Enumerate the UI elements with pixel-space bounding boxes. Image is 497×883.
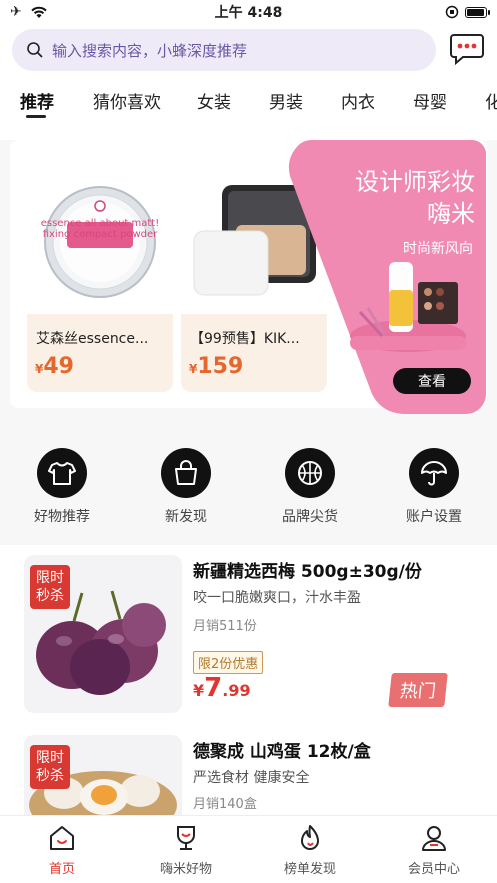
product-desc: 咬一口脆嫩爽口，汁水丰盈 <box>193 590 361 606</box>
category-tabs: 推荐 猜你喜欢 女装 男装 内衣 母婴 化 <box>0 84 497 124</box>
tab-guess-you-like[interactable]: 猜你喜欢 <box>93 88 161 113</box>
shopping-bag-icon <box>161 448 211 498</box>
packaging-text: essence all about matt! fixing compact p… <box>40 218 160 240</box>
status-bar: ✈ 上午 4:48 <box>0 0 497 24</box>
quick-entry-new[interactable]: 新发现 <box>136 448 236 526</box>
promo-panel[interactable]: 设计师彩妆 嗨米 时尚新风向 查看 <box>286 140 487 426</box>
tab-men[interactable]: 男装 <box>269 88 303 113</box>
home-icon <box>50 826 74 850</box>
battery-icon <box>465 6 490 18</box>
hot-badge: 热门 <box>388 673 448 707</box>
tab-member[interactable]: 会员中心 <box>384 824 484 877</box>
product-price: ¥7.99 <box>193 673 251 703</box>
view-button[interactable]: 查看 <box>393 368 471 394</box>
product-sales: 月销140盒 <box>193 797 257 812</box>
goods-list: 限时 秒杀 新疆精选西梅 500g±30g/份 咬一口脆嫩爽口，汁水丰盈 月销51… <box>0 545 497 815</box>
promo-title: 设计师彩妆 嗨米 <box>355 168 475 228</box>
promo-banner: essence all about matt! fixing compact p… <box>10 140 487 414</box>
compact-powder-image <box>44 186 156 298</box>
header: 输入搜索内容，小蜂深度推荐 推荐 猜你喜欢 女装 男装 内衣 母婴 化 <box>0 24 497 140</box>
banner-product-card[interactable]: essence all about matt! fixing compact p… <box>27 170 173 392</box>
product-title: 新疆精选西梅 500g±30g/份 <box>193 562 422 582</box>
tab-goods[interactable]: 嗨米好物 <box>136 824 236 877</box>
flame-icon <box>301 825 319 850</box>
umbrella-icon <box>409 448 459 498</box>
search-bar[interactable]: 输入搜索内容，小蜂深度推荐 <box>12 29 436 71</box>
flash-sale-badge: 限时 秒杀 <box>30 565 70 609</box>
product-price: ¥49 <box>35 354 74 379</box>
promo-subtitle: 时尚新风向 <box>403 241 473 257</box>
product-name: 艾森丝essence... <box>36 331 149 347</box>
flash-sale-badge: 限时 秒杀 <box>30 745 70 789</box>
product-desc: 严选食材 健康安全 <box>193 770 310 786</box>
quick-entry-brands[interactable]: 品牌尖货 <box>260 448 360 526</box>
search-input[interactable]: 输入搜索内容，小蜂深度推荐 <box>52 40 247 61</box>
tab-baby[interactable]: 母婴 <box>413 88 447 113</box>
list-item[interactable]: 限时 秒杀 德聚成 山鸡蛋 12枚/盒 严选食材 健康安全 月销140盒 <box>0 735 497 815</box>
tab-women[interactable]: 女装 <box>197 88 231 113</box>
tab-recommend[interactable]: 推荐 <box>20 88 54 113</box>
bottom-tab-bar: 首页 嗨米好物 榜单发现 会员中心 <box>0 815 497 883</box>
tab-cosmetics[interactable]: 化 <box>485 88 497 113</box>
tab-underwear[interactable]: 内衣 <box>341 88 375 113</box>
user-icon <box>422 826 446 851</box>
basketball-icon <box>285 448 335 498</box>
quick-entries: 好物推荐 新发现 品牌尖货 账户设置 <box>0 440 497 540</box>
tshirt-icon <box>37 448 87 498</box>
message-icon[interactable] <box>449 32 485 66</box>
product-image: 限时 秒杀 <box>24 735 182 815</box>
discount-tag: 限2份优惠 <box>193 651 264 674</box>
product-image: essence all about matt! fixing compact p… <box>27 170 173 314</box>
tab-home[interactable]: 首页 <box>12 824 112 877</box>
list-item[interactable]: 限时 秒杀 新疆精选西梅 500g±30g/份 咬一口脆嫩爽口，汁水丰盈 月销51… <box>0 555 497 735</box>
product-title: 德聚成 山鸡蛋 12枚/盒 <box>193 742 371 762</box>
product-image: 限时 秒杀 <box>24 555 182 713</box>
quick-entry-recommend[interactable]: 好物推荐 <box>12 448 112 526</box>
tab-rankings[interactable]: 榜单发现 <box>260 824 360 877</box>
active-tab-indicator <box>26 115 46 118</box>
product-sales: 月销511份 <box>193 619 257 634</box>
status-time: 上午 4:48 <box>214 5 283 21</box>
quick-entry-account[interactable]: 账户设置 <box>384 448 484 526</box>
search-icon <box>27 42 43 58</box>
trophy-icon <box>177 826 195 850</box>
